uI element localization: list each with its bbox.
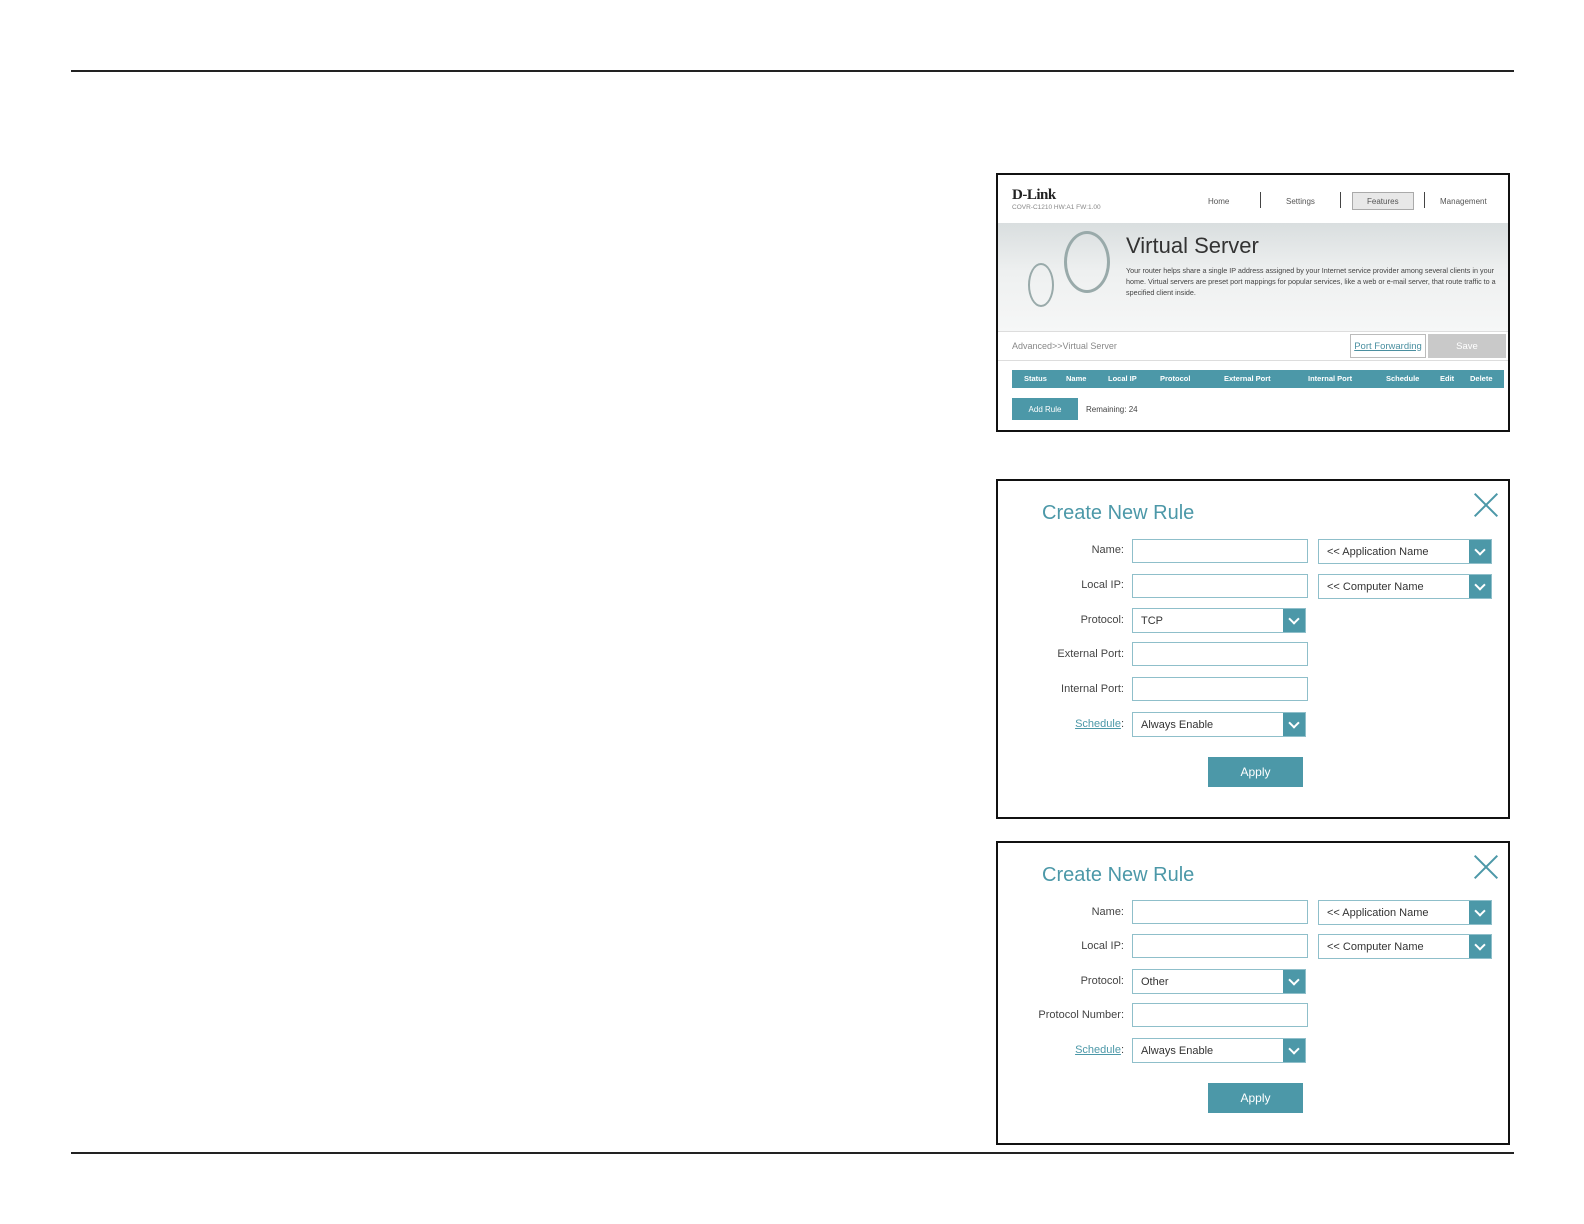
chevron-down-icon [1469,540,1491,563]
computer-name-select[interactable]: << Computer Name [1318,574,1492,599]
application-name-select[interactable]: << Application Name [1318,539,1492,564]
dialog-title: Create New Rule [1042,864,1195,886]
header: D-Link COVR-C1210 HW:A1 FW:1.00 Home Set… [998,175,1508,223]
select-value: Other [1141,976,1169,988]
protocol-select[interactable]: TCP [1132,608,1306,633]
apply-button[interactable]: Apply [1208,1083,1303,1113]
column-header: Delete [1470,374,1493,383]
schedule-link[interactable]: Schedule [1075,1044,1121,1056]
name-field[interactable] [1132,539,1308,563]
schedule-label: Schedule: [1075,718,1124,730]
port-forwarding-link[interactable]: Port Forwarding [1350,334,1426,358]
apply-button[interactable]: Apply [1208,757,1303,787]
local-ip-field[interactable] [1132,574,1308,598]
schedule-label: Schedule: [1075,1044,1124,1056]
rules-table-header: Status Name Local IP Protocol External P… [1012,370,1504,388]
close-icon[interactable] [1474,855,1498,879]
chevron-down-icon [1469,901,1491,924]
remaining-count: Remaining: 24 [1086,405,1138,414]
protocol-label: Protocol: [1080,614,1124,626]
local-ip-label: Local IP: [1081,940,1124,952]
protocol-number-field[interactable] [1132,1003,1308,1027]
select-value: Always Enable [1141,719,1214,731]
save-button[interactable]: Save [1428,334,1506,358]
create-rule-dialog-tcp: Create New Rule Name: << Application Nam… [996,479,1510,819]
nav-settings[interactable]: Settings [1286,192,1315,210]
bottom-divider [71,1152,1514,1154]
column-header: Schedule [1386,374,1420,383]
chevron-down-icon [1469,935,1491,958]
computer-name-select[interactable]: << Computer Name [1318,934,1492,959]
decorative-graphic [1064,231,1110,293]
select-value: << Application Name [1327,907,1429,919]
external-port-label: External Port: [1057,648,1124,660]
breadcrumb-bar: Advanced>>Virtual Server Port Forwarding… [998,331,1508,361]
application-name-select[interactable]: << Application Name [1318,900,1492,925]
page-description: Your router helps share a single IP addr… [1126,266,1496,297]
name-field[interactable] [1132,900,1308,924]
column-header: Internal Port [1308,374,1353,383]
top-divider [71,70,1514,72]
nav-separator [1424,192,1425,208]
column-header: External Port [1224,374,1271,383]
schedule-select[interactable]: Always Enable [1132,1038,1306,1063]
dlink-logo: D-Link [1012,187,1056,203]
select-value: << Application Name [1327,546,1429,558]
nav-separator [1340,192,1341,208]
chevron-down-icon [1283,609,1305,632]
nav-features[interactable]: Features [1352,192,1414,210]
nav-management[interactable]: Management [1440,192,1487,210]
decorative-graphic [1028,263,1054,307]
add-rule-button[interactable]: Add Rule [1012,398,1078,420]
model-info: COVR-C1210 HW:A1 FW:1.00 [1012,204,1101,211]
page-title: Virtual Server [1126,233,1259,258]
column-header: Name [1066,374,1087,383]
dialog-title: Create New Rule [1042,502,1195,524]
protocol-select[interactable]: Other [1132,969,1306,994]
breadcrumb: Advanced>>Virtual Server [1012,341,1117,351]
name-label: Name: [1091,544,1124,556]
protocol-number-label: Protocol Number: [1038,1009,1124,1021]
schedule-link[interactable]: Schedule [1075,718,1121,730]
select-value: TCP [1141,615,1163,627]
external-port-field[interactable] [1132,642,1308,666]
chevron-down-icon [1469,575,1491,598]
select-value: << Computer Name [1327,581,1424,593]
chevron-down-icon [1283,1039,1305,1062]
column-header: Local IP [1108,374,1137,383]
nav-home[interactable]: Home [1208,192,1229,210]
virtual-server-screenshot: D-Link COVR-C1210 HW:A1 FW:1.00 Home Set… [996,173,1510,432]
internal-port-label: Internal Port: [1061,683,1124,695]
column-header: Protocol [1160,374,1191,383]
create-rule-dialog-other: Create New Rule Name: << Application Nam… [996,841,1510,1145]
column-header: Status [1024,374,1047,383]
nav-separator [1260,192,1261,208]
banner: Virtual Server Your router helps share a… [998,223,1508,331]
local-ip-label: Local IP: [1081,579,1124,591]
schedule-select[interactable]: Always Enable [1132,712,1306,737]
protocol-label: Protocol: [1080,975,1124,987]
local-ip-field[interactable] [1132,934,1308,958]
column-header: Edit [1440,374,1455,383]
close-icon[interactable] [1474,493,1498,517]
internal-port-field[interactable] [1132,677,1308,701]
chevron-down-icon [1283,970,1305,993]
chevron-down-icon [1283,713,1305,736]
name-label: Name: [1091,906,1124,918]
select-value: << Computer Name [1327,941,1424,953]
select-value: Always Enable [1141,1045,1214,1057]
